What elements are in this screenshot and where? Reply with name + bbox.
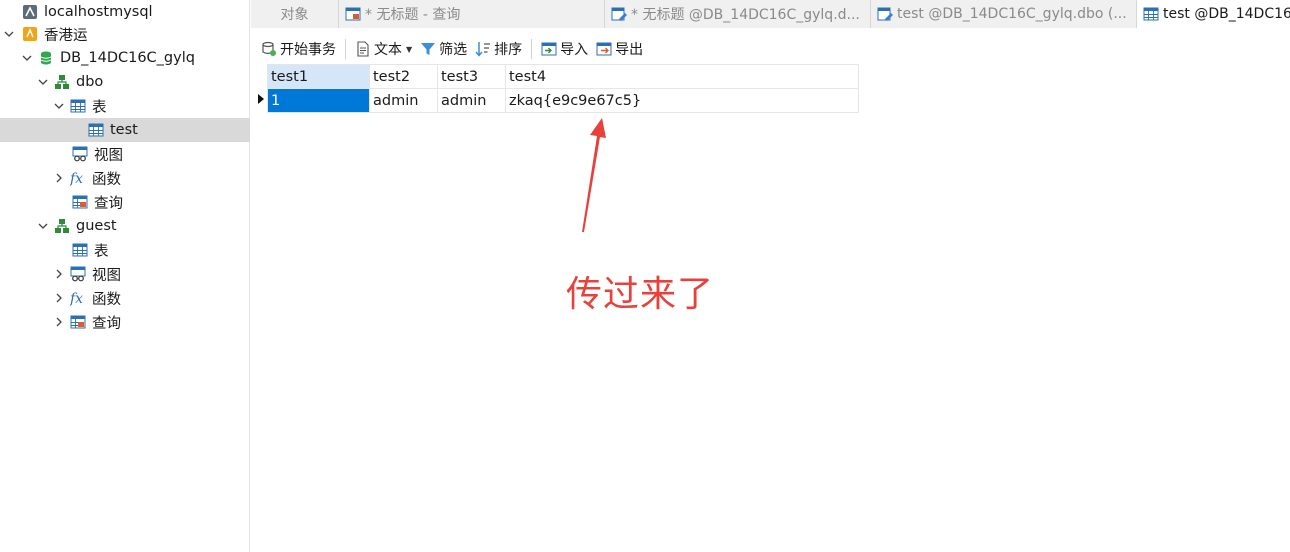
annotation-text: 传过来了 (566, 274, 715, 315)
